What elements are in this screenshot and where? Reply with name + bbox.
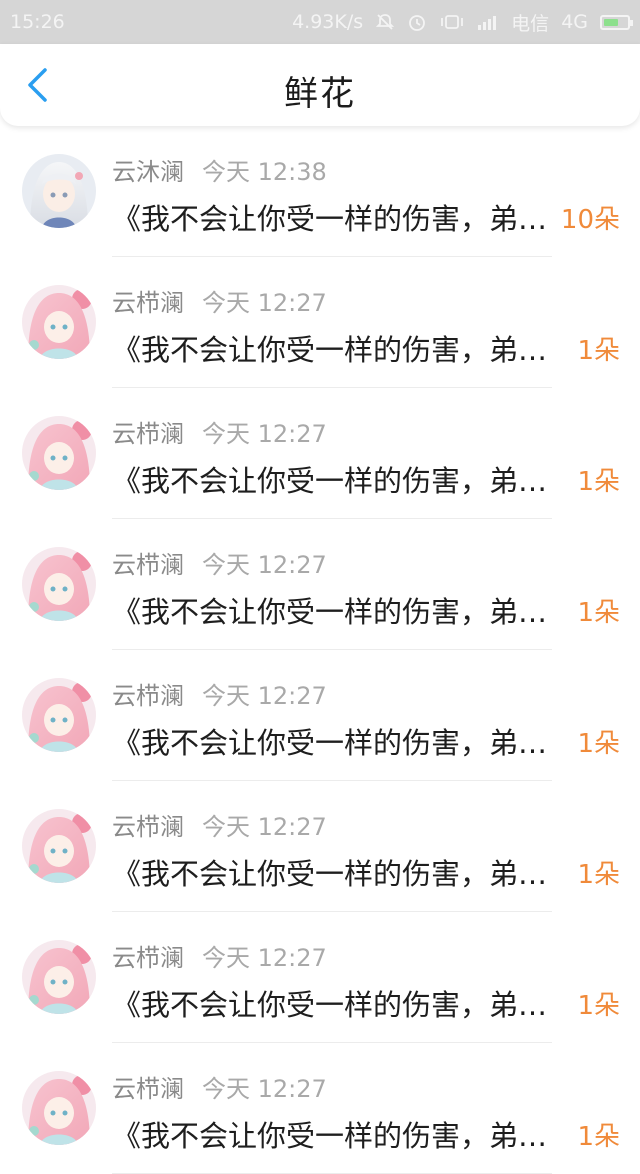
- flower-count: 1朵: [577, 1122, 620, 1152]
- list-item[interactable]: 云栉澜 今天 12:27 《我不会让你受一样的伤害，弟弟》 1朵: [0, 912, 640, 1043]
- list-item[interactable]: 云栉澜 今天 12:27 《我不会让你受一样的伤害，弟弟》 1朵: [0, 650, 640, 781]
- battery-icon: [600, 14, 633, 30]
- item-meta: 云栉澜 今天 12:27: [112, 545, 327, 580]
- flower-count: 1朵: [577, 467, 620, 497]
- timestamp: 今天 12:27: [202, 944, 327, 972]
- message-text: 《我不会让你受一样的伤害，弟弟》: [112, 988, 552, 1022]
- timestamp: 今天 12:27: [202, 551, 327, 579]
- nav-bar: 鲜花: [0, 44, 640, 126]
- flower-count: 10朵: [560, 205, 620, 235]
- flower-count: 1朵: [577, 598, 620, 628]
- item-meta: 云栉澜 今天 12:27: [112, 414, 327, 449]
- list-item[interactable]: 云栉澜 今天 12:27 《我不会让你受一样的伤害，弟弟》 1朵: [0, 257, 640, 388]
- sender-name: 云栉澜: [112, 813, 184, 841]
- list-item[interactable]: 云栉澜 今天 12:27 《我不会让你受一样的伤害，弟弟》 1朵: [0, 519, 640, 650]
- timestamp: 今天 12:27: [202, 420, 327, 448]
- item-meta: 云栉澜 今天 12:27: [112, 1069, 327, 1104]
- signal-bars-icon: [477, 13, 499, 31]
- timestamp: 今天 12:27: [202, 1075, 327, 1103]
- flower-count: 1朵: [577, 729, 620, 759]
- sender-name: 云栉澜: [112, 420, 184, 448]
- flower-list: 云沐澜 今天 12:38 《我不会让你受一样的伤害，弟弟》 10朵 云栉澜 今天 1…: [0, 126, 640, 1174]
- vibrate-icon: [439, 12, 465, 32]
- sender-name: 云栉澜: [112, 551, 184, 579]
- avatar: [22, 547, 96, 621]
- flower-count: 1朵: [577, 336, 620, 366]
- item-meta: 云栉澜 今天 12:27: [112, 807, 327, 842]
- avatar: [22, 154, 96, 228]
- avatar: [22, 678, 96, 752]
- item-meta: 云栉澜 今天 12:27: [112, 283, 327, 318]
- sender-name: 云沐澜: [112, 158, 184, 186]
- message-text: 《我不会让你受一样的伤害，弟弟》: [112, 464, 552, 498]
- timestamp: 今天 12:27: [202, 289, 327, 317]
- timestamp: 今天 12:38: [202, 158, 327, 186]
- list-item[interactable]: 云栉澜 今天 12:27 《我不会让你受一样的伤害，弟弟》 1朵: [0, 781, 640, 912]
- page-title: 鲜花: [284, 74, 356, 114]
- avatar: [22, 285, 96, 359]
- network-speed: 4.93K/s: [292, 11, 364, 33]
- message-text: 《我不会让你受一样的伤害，弟弟》: [112, 857, 552, 891]
- status-bar: 15:26 4.93K/s 电信 4G: [0, 0, 640, 44]
- flower-count: 1朵: [577, 860, 620, 890]
- sender-name: 云栉澜: [112, 289, 184, 317]
- mute-icon: [375, 12, 395, 32]
- message-text: 《我不会让你受一样的伤害，弟弟》: [112, 202, 552, 236]
- item-meta: 云沐澜 今天 12:38: [112, 152, 327, 187]
- sender-name: 云栉澜: [112, 944, 184, 972]
- carrier-label: 电信: [511, 12, 550, 35]
- status-time: 15:26: [10, 11, 65, 33]
- status-indicators: 4.93K/s 电信 4G: [292, 9, 633, 36]
- avatar: [22, 809, 96, 883]
- list-item[interactable]: 云栉澜 今天 12:27 《我不会让你受一样的伤害，弟弟》 1朵: [0, 388, 640, 519]
- timestamp: 今天 12:27: [202, 813, 327, 841]
- list-item[interactable]: 云沐澜 今天 12:38 《我不会让你受一样的伤害，弟弟》 10朵: [0, 126, 640, 257]
- avatar: [22, 940, 96, 1014]
- list-item[interactable]: 云栉澜 今天 12:27 《我不会让你受一样的伤害，弟弟》 1朵: [0, 1043, 640, 1174]
- sender-name: 云栉澜: [112, 682, 184, 710]
- item-meta: 云栉澜 今天 12:27: [112, 676, 327, 711]
- avatar: [22, 1071, 96, 1145]
- message-text: 《我不会让你受一样的伤害，弟弟》: [112, 595, 552, 629]
- network-type: 4G: [561, 11, 588, 33]
- item-meta: 云栉澜 今天 12:27: [112, 938, 327, 973]
- sender-name: 云栉澜: [112, 1075, 184, 1103]
- message-text: 《我不会让你受一样的伤害，弟弟》: [112, 1119, 552, 1153]
- avatar: [22, 416, 96, 490]
- flower-count: 1朵: [577, 991, 620, 1021]
- message-text: 《我不会让你受一样的伤害，弟弟》: [112, 333, 552, 367]
- timestamp: 今天 12:27: [202, 682, 327, 710]
- message-text: 《我不会让你受一样的伤害，弟弟》: [112, 726, 552, 760]
- alarm-icon: [407, 12, 427, 32]
